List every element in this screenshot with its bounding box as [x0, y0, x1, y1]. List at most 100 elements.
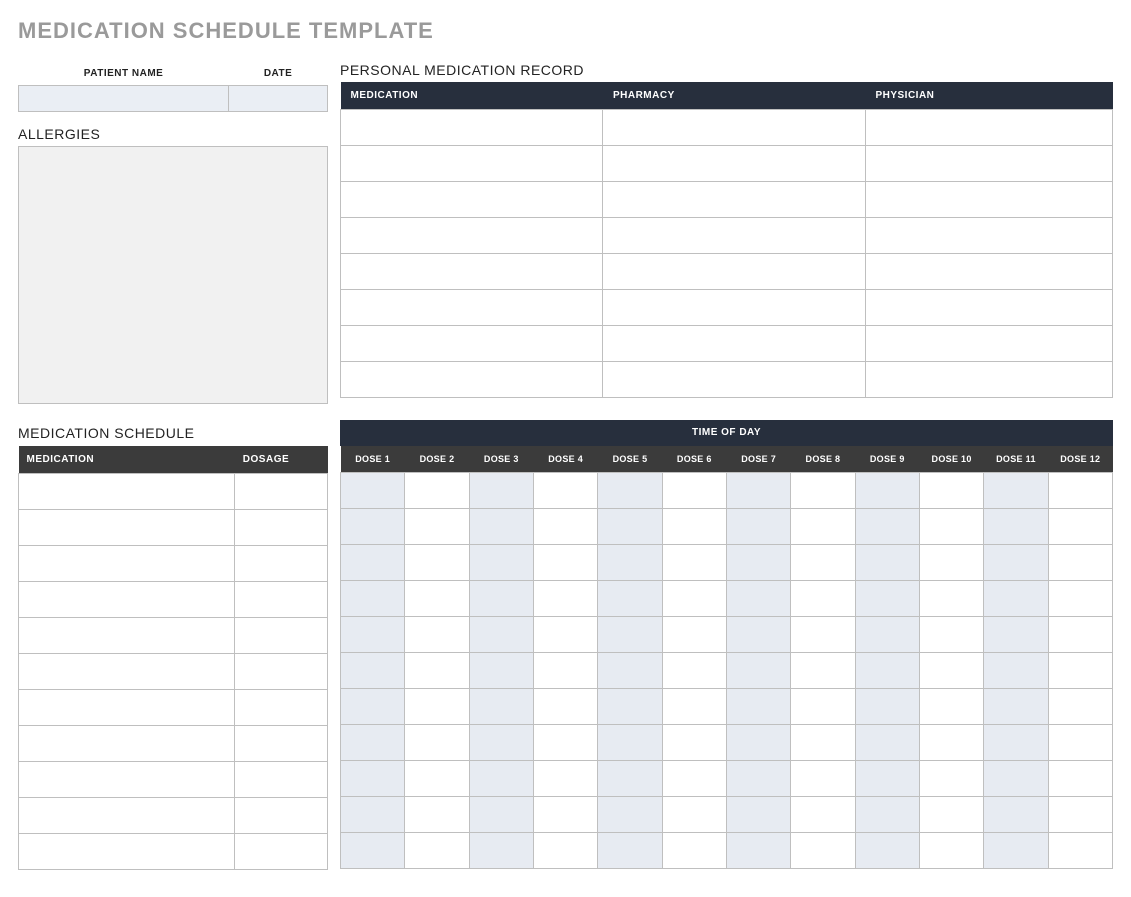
dose-cell[interactable]: [984, 545, 1048, 581]
dose-cell[interactable]: [919, 689, 983, 725]
pmr-cell-medication[interactable]: [341, 326, 603, 362]
pmr-cell-physician[interactable]: [865, 326, 1112, 362]
schedule-cell-dosage[interactable]: [235, 474, 328, 510]
dose-cell[interactable]: [469, 581, 533, 617]
dose-cell[interactable]: [1048, 653, 1112, 689]
dose-cell[interactable]: [598, 725, 662, 761]
dose-cell[interactable]: [341, 797, 405, 833]
allergies-input[interactable]: [18, 146, 328, 404]
dose-cell[interactable]: [855, 761, 919, 797]
dose-cell[interactable]: [469, 761, 533, 797]
dose-cell[interactable]: [341, 617, 405, 653]
pmr-cell-pharmacy[interactable]: [603, 182, 865, 218]
dose-cell[interactable]: [469, 473, 533, 509]
dose-cell[interactable]: [405, 473, 469, 509]
pmr-cell-physician[interactable]: [865, 254, 1112, 290]
dose-cell[interactable]: [598, 617, 662, 653]
dose-cell[interactable]: [598, 581, 662, 617]
dose-cell[interactable]: [984, 797, 1048, 833]
dose-cell[interactable]: [533, 689, 597, 725]
dose-cell[interactable]: [341, 833, 405, 869]
dose-cell[interactable]: [662, 833, 726, 869]
pmr-cell-physician[interactable]: [865, 362, 1112, 398]
dose-cell[interactable]: [533, 833, 597, 869]
dose-cell[interactable]: [1048, 581, 1112, 617]
dose-cell[interactable]: [1048, 617, 1112, 653]
pmr-cell-pharmacy[interactable]: [603, 254, 865, 290]
dose-cell[interactable]: [919, 833, 983, 869]
dose-cell[interactable]: [984, 833, 1048, 869]
dose-cell[interactable]: [984, 725, 1048, 761]
pmr-cell-medication[interactable]: [341, 254, 603, 290]
dose-cell[interactable]: [341, 473, 405, 509]
dose-cell[interactable]: [1048, 761, 1112, 797]
dose-cell[interactable]: [341, 725, 405, 761]
schedule-cell-medication[interactable]: [19, 762, 235, 798]
dose-cell[interactable]: [598, 509, 662, 545]
schedule-cell-dosage[interactable]: [235, 798, 328, 834]
dose-cell[interactable]: [1048, 545, 1112, 581]
dose-cell[interactable]: [469, 833, 533, 869]
dose-cell[interactable]: [984, 761, 1048, 797]
dose-cell[interactable]: [341, 761, 405, 797]
dose-cell[interactable]: [726, 473, 790, 509]
dose-cell[interactable]: [791, 833, 855, 869]
schedule-cell-medication[interactable]: [19, 618, 235, 654]
dose-cell[interactable]: [341, 545, 405, 581]
pmr-cell-pharmacy[interactable]: [603, 290, 865, 326]
dose-cell[interactable]: [469, 797, 533, 833]
dose-cell[interactable]: [919, 761, 983, 797]
dose-cell[interactable]: [662, 473, 726, 509]
pmr-cell-pharmacy[interactable]: [603, 110, 865, 146]
dose-cell[interactable]: [405, 653, 469, 689]
dose-cell[interactable]: [855, 473, 919, 509]
dose-cell[interactable]: [791, 473, 855, 509]
dose-cell[interactable]: [533, 581, 597, 617]
schedule-cell-medication[interactable]: [19, 834, 235, 870]
dose-cell[interactable]: [855, 617, 919, 653]
dose-cell[interactable]: [726, 761, 790, 797]
pmr-cell-medication[interactable]: [341, 110, 603, 146]
dose-cell[interactable]: [1048, 689, 1112, 725]
dose-cell[interactable]: [726, 833, 790, 869]
dose-cell[interactable]: [791, 653, 855, 689]
dose-cell[interactable]: [791, 797, 855, 833]
dose-cell[interactable]: [984, 617, 1048, 653]
schedule-cell-medication[interactable]: [19, 510, 235, 546]
schedule-cell-dosage[interactable]: [235, 618, 328, 654]
dose-cell[interactable]: [533, 797, 597, 833]
dose-cell[interactable]: [919, 581, 983, 617]
schedule-cell-dosage[interactable]: [235, 510, 328, 546]
dose-cell[interactable]: [726, 797, 790, 833]
dose-cell[interactable]: [405, 509, 469, 545]
dose-cell[interactable]: [598, 545, 662, 581]
schedule-cell-medication[interactable]: [19, 582, 235, 618]
pmr-cell-pharmacy[interactable]: [603, 218, 865, 254]
dose-cell[interactable]: [405, 761, 469, 797]
dose-cell[interactable]: [791, 689, 855, 725]
dose-cell[interactable]: [598, 761, 662, 797]
dose-cell[interactable]: [469, 689, 533, 725]
dose-cell[interactable]: [791, 581, 855, 617]
dose-cell[interactable]: [405, 689, 469, 725]
dose-cell[interactable]: [469, 617, 533, 653]
dose-cell[interactable]: [726, 725, 790, 761]
dose-cell[interactable]: [533, 509, 597, 545]
dose-cell[interactable]: [855, 545, 919, 581]
dose-cell[interactable]: [598, 833, 662, 869]
dose-cell[interactable]: [598, 689, 662, 725]
dose-cell[interactable]: [533, 761, 597, 797]
dose-cell[interactable]: [855, 725, 919, 761]
dose-cell[interactable]: [341, 509, 405, 545]
dose-cell[interactable]: [405, 725, 469, 761]
dose-cell[interactable]: [855, 653, 919, 689]
pmr-cell-physician[interactable]: [865, 218, 1112, 254]
dose-cell[interactable]: [662, 689, 726, 725]
dose-cell[interactable]: [662, 545, 726, 581]
dose-cell[interactable]: [919, 509, 983, 545]
schedule-cell-medication[interactable]: [19, 798, 235, 834]
schedule-cell-medication[interactable]: [19, 546, 235, 582]
dose-cell[interactable]: [533, 653, 597, 689]
dose-cell[interactable]: [662, 725, 726, 761]
schedule-cell-medication[interactable]: [19, 690, 235, 726]
